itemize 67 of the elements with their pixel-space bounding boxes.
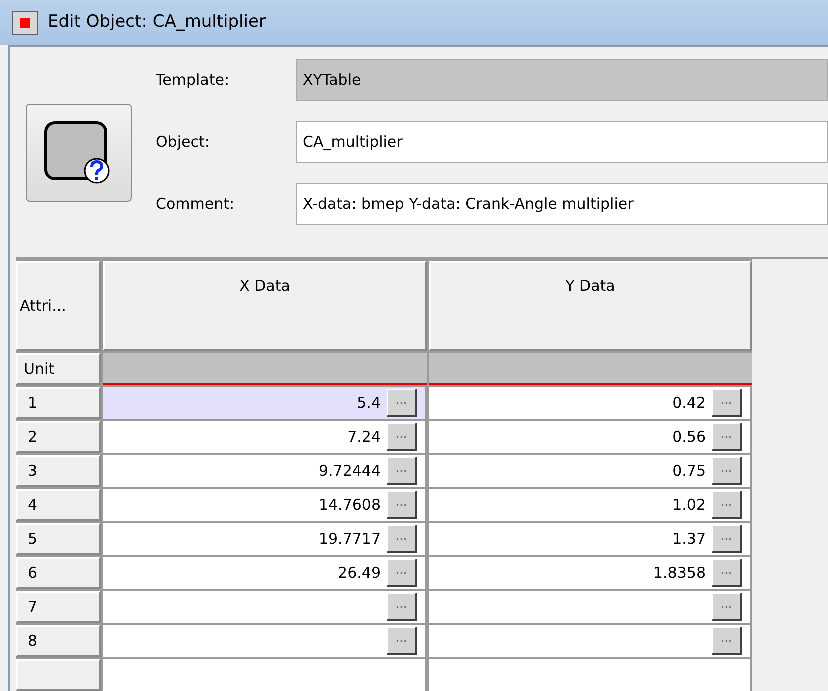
browse-button[interactable]: ... xyxy=(387,389,417,417)
cell-value: 0.56 xyxy=(672,426,706,448)
table-cell[interactable]: ... xyxy=(103,625,427,657)
cell-value: 1.37 xyxy=(672,528,706,550)
cell-value: 1.8358 xyxy=(654,562,706,584)
table-cell[interactable]: 0.75 ... xyxy=(429,455,752,487)
window-icon xyxy=(12,10,38,34)
window-title: Edit Object: CA_multiplier xyxy=(48,10,266,34)
column-header[interactable]: X Data xyxy=(103,261,427,351)
table-cell[interactable]: 0.56 ... xyxy=(429,421,752,453)
browse-button[interactable]: ... xyxy=(712,559,742,587)
cell-value: 26.49 xyxy=(338,562,381,584)
table-cell[interactable]: 14.7608 ... xyxy=(103,489,427,521)
cell-value: 5.4 xyxy=(357,392,381,414)
field-label: Object: xyxy=(156,132,211,153)
input-field[interactable]: X-data: bmep Y-data: Crank-Angle multiplier xyxy=(296,183,828,225)
cell-value: 19.7717 xyxy=(318,528,381,550)
cell-value: 7.24 xyxy=(348,426,381,448)
table-cell[interactable]: 1.37 ... xyxy=(429,523,752,555)
row-header[interactable]: 6 xyxy=(16,557,101,589)
browse-button[interactable]: ... xyxy=(387,525,417,553)
input-field[interactable]: CA_multiplier xyxy=(296,121,828,163)
table-cell[interactable]: 26.49 ... xyxy=(103,557,427,589)
table-cell[interactable]: 19.7717 ... xyxy=(103,523,427,555)
table-cell[interactable]: 9.72444 ... xyxy=(103,455,427,487)
row-header[interactable]: 5 xyxy=(16,523,101,555)
row-header[interactable]: 4 xyxy=(16,489,101,521)
browse-button[interactable]: ... xyxy=(387,593,417,621)
browse-button[interactable]: ... xyxy=(712,389,742,417)
browse-button[interactable]: ... xyxy=(387,457,417,485)
browse-button[interactable]: ... xyxy=(712,423,742,451)
row-header[interactable]: 2 xyxy=(16,421,101,453)
column-header[interactable]: Attri... xyxy=(16,261,101,351)
browse-button[interactable]: ... xyxy=(387,627,417,655)
object-icon-button[interactable] xyxy=(26,104,132,202)
table-cell[interactable]: ... xyxy=(429,625,752,657)
table-cell[interactable] xyxy=(103,659,427,691)
row-header[interactable] xyxy=(16,659,101,691)
browse-button[interactable]: ... xyxy=(712,593,742,621)
cell-value: 9.72444 xyxy=(318,460,381,482)
row-header[interactable]: 1 xyxy=(16,387,101,419)
row-header[interactable]: 7 xyxy=(16,591,101,623)
browse-button[interactable]: ... xyxy=(712,457,742,485)
browse-button[interactable]: ... xyxy=(387,559,417,587)
browse-button[interactable]: ... xyxy=(712,525,742,553)
cell-value: 0.42 xyxy=(672,392,706,414)
cell-value: 1.02 xyxy=(672,494,706,516)
table-cell[interactable]: ... xyxy=(429,591,752,623)
table-cell[interactable]: ... xyxy=(103,591,427,623)
unit-header: Unit xyxy=(16,353,101,385)
browse-button[interactable]: ... xyxy=(387,491,417,519)
cell-value: 14.7608 xyxy=(318,494,381,516)
browse-button[interactable]: ... xyxy=(712,491,742,519)
row-header[interactable]: 3 xyxy=(16,455,101,487)
table-cell[interactable] xyxy=(429,659,752,691)
table-cell[interactable]: 0.42 ... xyxy=(429,387,752,419)
table-cell[interactable]: 1.02 ... xyxy=(429,489,752,521)
table-cell[interactable]: 1.8358 ... xyxy=(429,557,752,589)
browse-button[interactable]: ... xyxy=(387,423,417,451)
browse-button[interactable]: ... xyxy=(712,627,742,655)
column-header[interactable]: Y Data xyxy=(429,261,752,351)
field-label: Comment: xyxy=(156,194,236,215)
row-header[interactable]: 8 xyxy=(16,625,101,657)
cell-value: 0.75 xyxy=(672,460,706,482)
table-cell[interactable]: 7.24 ... xyxy=(103,421,427,453)
table-cell[interactable]: 5.4 ... xyxy=(103,387,427,419)
field-label: Template: xyxy=(156,70,230,91)
